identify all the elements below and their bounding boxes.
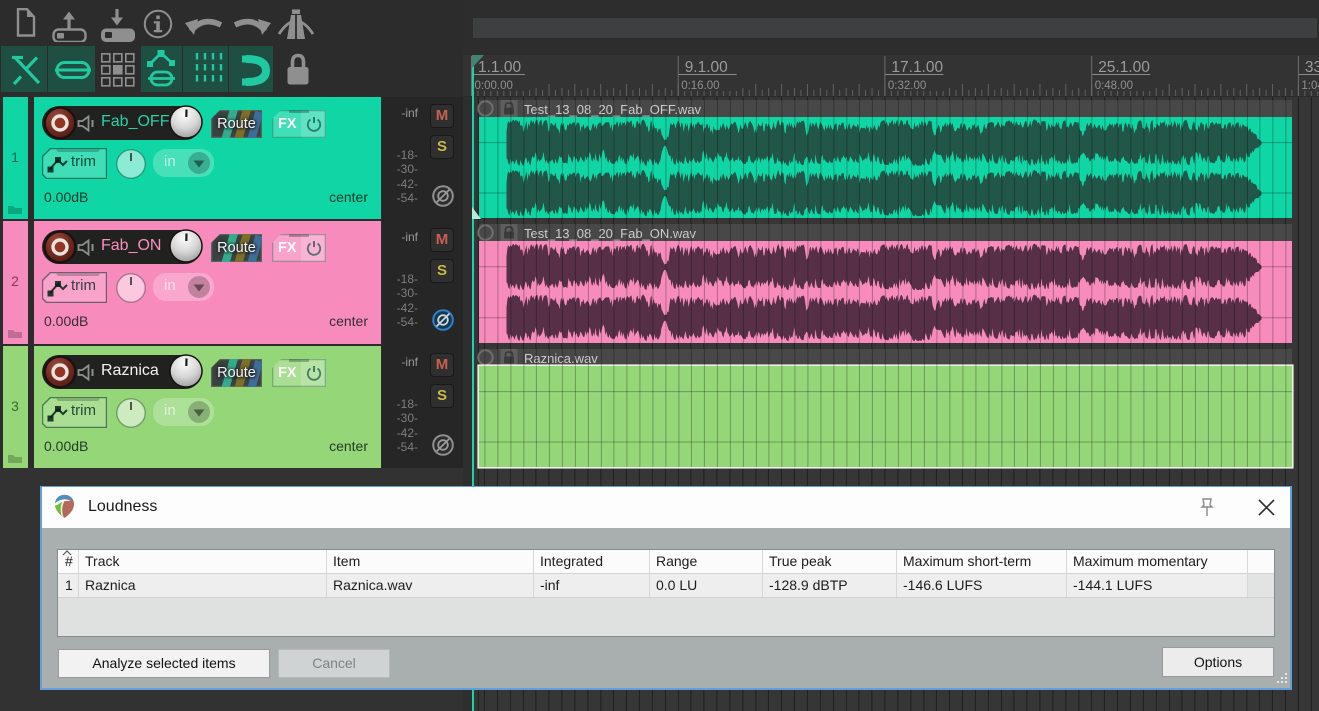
svg-text:0:16.00: 0:16.00 (681, 80, 719, 92)
svg-text:33.1.00: 33.1.00 (1305, 59, 1319, 76)
svg-text:9.1.00: 9.1.00 (685, 59, 728, 76)
svg-text:25.1.00: 25.1.00 (1098, 59, 1150, 76)
svg-text:0:32.00: 0:32.00 (888, 80, 926, 92)
svg-text:0:48.00: 0:48.00 (1095, 80, 1133, 92)
svg-text:17.1.00: 17.1.00 (891, 59, 943, 76)
svg-text:0:00.00: 0:00.00 (475, 80, 513, 92)
svg-text:1:04.00: 1:04.00 (1301, 80, 1319, 92)
